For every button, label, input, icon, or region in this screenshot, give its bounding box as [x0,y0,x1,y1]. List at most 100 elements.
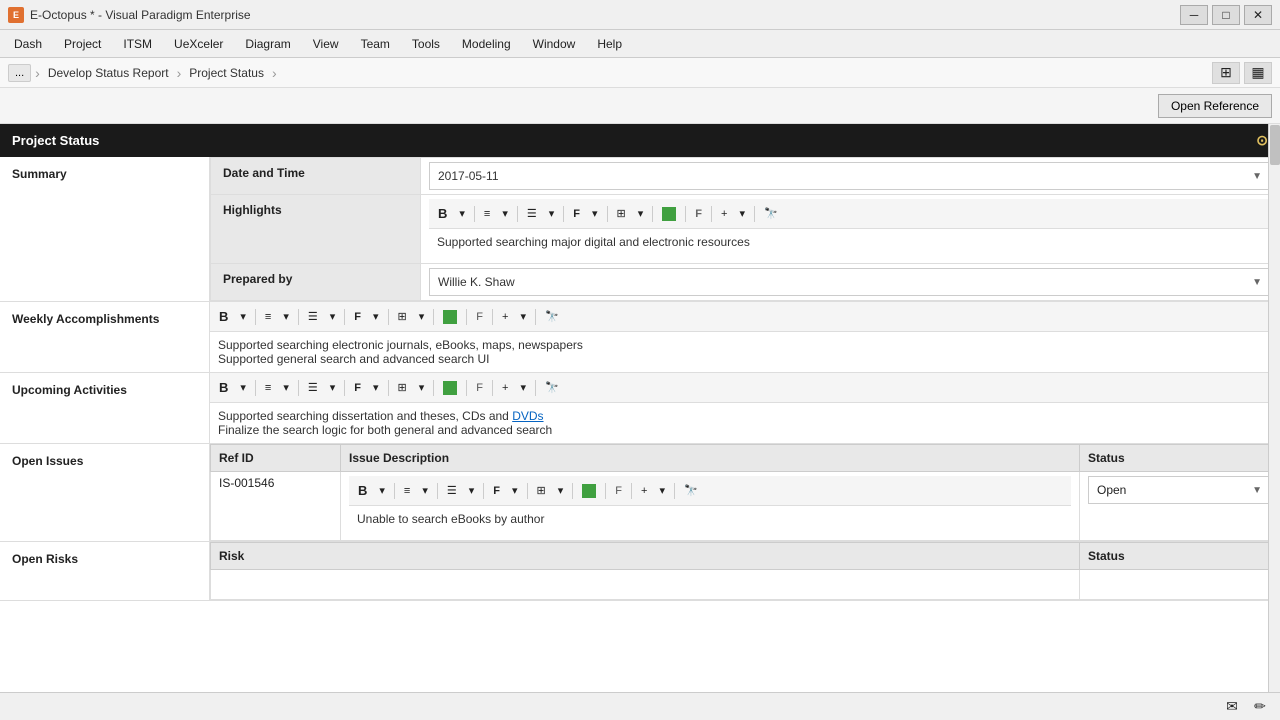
green-btn[interactable] [657,204,681,224]
scrollbar-thumb[interactable] [1270,125,1280,165]
menu-view[interactable]: View [303,33,349,55]
wa-plus-button[interactable]: + [497,308,513,326]
plus-button[interactable]: + [716,205,732,223]
breadcrumb-develop-status[interactable]: Develop Status Report [44,64,173,82]
settings-icon[interactable]: ⊙ [1256,132,1268,149]
maximize-button[interactable]: □ [1212,5,1240,25]
risks-table: Risk Status [210,542,1280,600]
breadcrumb-back-button[interactable]: ... [8,64,31,82]
ua-green-btn[interactable] [438,378,462,398]
wa-table-dropdown[interactable]: ▾ [414,307,430,326]
upcoming-activities-text[interactable]: Supported searching dissertation and the… [210,403,1280,443]
wa-list-button[interactable]: ☰ [303,307,323,326]
menu-team[interactable]: Team [351,33,400,55]
font-button[interactable]: F [568,205,585,223]
menu-window[interactable]: Window [523,33,586,55]
bold-button[interactable]: B [433,203,452,224]
date-input[interactable]: 2017-05-11 ▼ [429,162,1271,190]
ua-table-button[interactable]: ⊞ [393,378,412,397]
align-dropdown[interactable]: ▾ [497,204,513,223]
is-plus-dropdown[interactable]: ▾ [654,481,670,500]
list-button[interactable]: ☰ [522,204,542,223]
ua-bold-dropdown[interactable]: ▾ [235,378,251,397]
ua-list-dropdown[interactable]: ▾ [325,378,341,397]
ua-align-dropdown[interactable]: ▾ [278,378,294,397]
weekly-accomplishments-text[interactable]: Supported searching electronic journals,… [210,332,1280,372]
table-button[interactable]: ⊞ [612,204,631,223]
wa-green-btn[interactable] [438,307,462,327]
prepared-by-input[interactable]: Willie K. Shaw ▼ [429,268,1271,296]
plus-dropdown[interactable]: ▾ [734,204,750,223]
wa-bold-button[interactable]: B [214,306,233,327]
wa-binoculars-button[interactable]: 🔭 [540,307,564,326]
is-binoculars-button[interactable]: 🔭 [679,481,703,500]
breadcrumb-sep-1: › [35,65,40,81]
list-dropdown[interactable]: ▾ [544,204,560,223]
is-green-btn[interactable] [577,481,601,501]
is-align-button[interactable]: ≡ [399,482,415,500]
issues-table: Ref ID Issue Description Status IS-00154… [210,444,1280,541]
align-button[interactable]: ≡ [479,205,495,223]
ua-font-dropdown[interactable]: ▾ [368,378,384,397]
ua-table-dropdown[interactable]: ▾ [414,378,430,397]
scrollbar-track[interactable] [1268,124,1280,692]
is-bold-dropdown[interactable]: ▾ [374,481,390,500]
ua-italic-button[interactable]: F [471,379,488,397]
is-font-dropdown[interactable]: ▾ [507,481,523,500]
open-reference-button[interactable]: Open Reference [1158,94,1272,118]
menu-help[interactable]: Help [587,33,632,55]
is-list-dropdown[interactable]: ▾ [464,481,480,500]
prepared-by-dropdown-arrow: ▼ [1252,277,1262,288]
ua-bold-button[interactable]: B [214,377,233,398]
wa-align-button[interactable]: ≡ [260,308,276,326]
is-table-button[interactable]: ⊞ [532,481,551,500]
ua-plus-dropdown[interactable]: ▾ [515,378,531,397]
menu-diagram[interactable]: Diagram [235,33,300,55]
table-dropdown[interactable]: ▾ [633,204,649,223]
menu-itsm[interactable]: ITSM [113,33,162,55]
list-view-button[interactable]: ▦ [1244,62,1272,84]
is-bold-button[interactable]: B [353,480,372,501]
ua-binoculars-button[interactable]: 🔭 [540,378,564,397]
bold-dropdown[interactable]: ▾ [454,204,470,223]
highlights-text[interactable]: Supported searching major digital and el… [429,229,1271,259]
prepared-by-value-text: Willie K. Shaw [438,275,515,289]
menu-project[interactable]: Project [54,33,111,55]
wa-list-dropdown[interactable]: ▾ [325,307,341,326]
ua-list-button[interactable]: ☰ [303,378,323,397]
menu-uexceler[interactable]: UeXceler [164,33,233,55]
wa-table-button[interactable]: ⊞ [393,307,412,326]
wa-font-button[interactable]: F [349,308,366,326]
wa-italic-button[interactable]: F [471,308,488,326]
ua-font-button[interactable]: F [349,379,366,397]
menu-modeling[interactable]: Modeling [452,33,521,55]
is-italic-button[interactable]: F [610,482,627,500]
font-dropdown[interactable]: ▾ [587,204,603,223]
close-button[interactable]: ✕ [1244,5,1272,25]
risk-status-header: Status [1080,543,1280,570]
dvds-link[interactable]: DVDs [512,409,543,423]
issue-description-text[interactable]: Unable to search eBooks by author [349,506,1071,536]
wa-bold-dropdown[interactable]: ▾ [235,307,251,326]
italic-button[interactable]: F [690,205,707,223]
is-table-dropdown[interactable]: ▾ [553,481,569,500]
minimize-button[interactable]: ─ [1180,5,1208,25]
email-icon-button[interactable]: ✉ [1220,696,1244,718]
wa-align-dropdown[interactable]: ▾ [278,307,294,326]
is-list-button[interactable]: ☰ [442,481,462,500]
is-align-dropdown[interactable]: ▾ [417,481,433,500]
is-plus-button[interactable]: + [636,482,652,500]
menu-bar: Dash Project ITSM UeXceler Diagram View … [0,30,1280,58]
wa-font-dropdown[interactable]: ▾ [368,307,384,326]
menu-dash[interactable]: Dash [4,33,52,55]
menu-tools[interactable]: Tools [402,33,450,55]
is-font-button[interactable]: F [488,482,505,500]
breadcrumb-project-status[interactable]: Project Status [185,64,268,82]
binoculars-button[interactable]: 🔭 [759,204,783,223]
ua-plus-button[interactable]: + [497,379,513,397]
grid-view-button[interactable]: ⊞ [1212,62,1240,84]
ua-align-button[interactable]: ≡ [260,379,276,397]
issue-status-input[interactable]: Open ▼ [1088,476,1271,504]
wa-plus-dropdown[interactable]: ▾ [515,307,531,326]
edit-icon-button[interactable]: ✏ [1248,696,1272,718]
